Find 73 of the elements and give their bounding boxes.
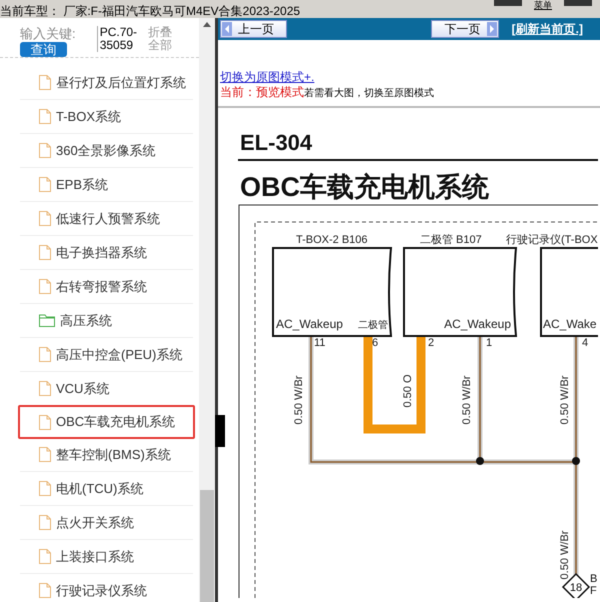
next-page-button[interactable]: 下一页 xyxy=(430,20,499,38)
pin-function-label: AC_Wakeup xyxy=(276,317,343,331)
sidebar-item[interactable]: OBC车载充电机系统 xyxy=(18,405,195,439)
left-arrow-icon xyxy=(222,22,232,36)
wire-label: 0.50 W/Br xyxy=(461,376,473,424)
pin-number: 1 xyxy=(486,337,492,349)
junction-dot xyxy=(476,457,484,465)
document-icon xyxy=(39,414,51,430)
connector-label: 行驶记录仪(T-BOX xyxy=(506,234,598,246)
document-icon xyxy=(39,447,51,462)
pin-number: 4 xyxy=(582,337,588,349)
part-code: PC.70-35059 xyxy=(96,26,144,52)
document-icon xyxy=(39,279,51,294)
scroll-thumb[interactable] xyxy=(200,490,214,602)
document-icon xyxy=(39,75,51,90)
sidebar-item[interactable]: 360全景影像系统 xyxy=(20,134,193,168)
pin-number: 11 xyxy=(314,337,326,349)
document-icon xyxy=(39,109,51,124)
sidebar-item[interactable]: 点火开关系统 xyxy=(20,506,193,540)
connector-label: T-BOX-2 B106 xyxy=(296,234,368,246)
pin-function-label: AC_Wakeup xyxy=(444,317,511,331)
page-code: EL-304 xyxy=(240,130,312,155)
document-icon xyxy=(39,211,51,226)
wire-label: 0.50 W/Br xyxy=(559,376,571,424)
ground-label: F xyxy=(590,585,597,597)
sidebar-item[interactable]: 高压系统 xyxy=(20,304,193,338)
document-icon xyxy=(39,143,51,158)
scrollbar[interactable] xyxy=(199,18,215,602)
folder-icon xyxy=(39,314,55,327)
sidebar-item[interactable]: T-BOX系统 xyxy=(20,100,193,134)
ground-label: B xyxy=(590,573,598,585)
document-icon xyxy=(39,481,51,496)
sidebar-item[interactable]: 电机(TCU)系统 xyxy=(20,472,193,506)
junction-dot xyxy=(572,457,580,465)
sidebar-item[interactable]: 高压中控盒(PEU)系统 xyxy=(20,338,193,372)
pin-function-label: AC_Wake xyxy=(543,317,597,331)
search-label: 输入关键: xyxy=(20,26,77,41)
wire-label: 0.50 O xyxy=(402,374,414,408)
refresh-link[interactable]: [刷新当前页.] xyxy=(512,20,583,38)
sidebar-item[interactable]: 右转弯报警系统 xyxy=(20,270,193,304)
right-arrow-icon xyxy=(486,22,497,36)
document-icon xyxy=(39,549,51,564)
document-icon xyxy=(39,245,51,260)
sidebar-item[interactable]: 昼行灯及后位置灯系统 xyxy=(20,66,193,100)
toolbar-block-icon xyxy=(564,0,592,6)
sidebar-item[interactable]: 整车控制(BMS)系统 xyxy=(20,438,193,472)
sidebar-item[interactable]: EPB系统 xyxy=(20,168,193,202)
wire-label: 0.50 W/Br xyxy=(293,376,305,424)
current-mode-label: 当前：预览模式 xyxy=(220,85,304,100)
document-icon xyxy=(39,515,51,530)
vehicle-info: 当前车型： 厂家:F-福田汽车欧马可M4EV合集2023-2025 xyxy=(0,4,300,18)
sidebar-item[interactable]: 电子换挡器系统 xyxy=(20,236,193,270)
pin-number: 6 xyxy=(372,337,378,349)
pin-number: 2 xyxy=(428,337,434,349)
document-icon xyxy=(39,177,51,192)
pin-function-label: 二极管 xyxy=(358,320,388,331)
sidebar-item[interactable]: 上装接口系统 xyxy=(20,540,193,574)
previous-page-button[interactable]: 上一页 xyxy=(220,20,287,38)
connector-label: 二极管 B107 xyxy=(420,234,482,246)
mode-hint: 若需看大图，切换至原图模式 xyxy=(304,87,434,100)
document-icon xyxy=(39,583,51,598)
menu-link[interactable]: 菜单 xyxy=(534,0,552,11)
sidebar-item[interactable]: 低速行人预警系统 xyxy=(20,202,193,236)
wire-label: 0.50 W/Br xyxy=(559,530,571,580)
original-mode-link[interactable]: 切换为原图模式+. xyxy=(220,70,600,85)
document-icon xyxy=(39,381,51,396)
toolbar-block-icon xyxy=(494,0,522,6)
collapse-tab[interactable] xyxy=(215,415,225,447)
diagram-title: OBC车载充电机系统 xyxy=(240,172,489,202)
search-button[interactable]: 查询 xyxy=(20,42,67,57)
document-icon xyxy=(39,347,51,362)
sidebar-item[interactable]: 行驶记录仪系统 xyxy=(20,574,193,602)
scroll-up-icon[interactable] xyxy=(203,22,211,27)
